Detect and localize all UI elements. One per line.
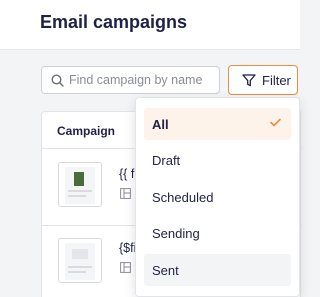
filter-option-label: Scheduled — [152, 190, 214, 205]
page-title: Email campaigns — [40, 12, 188, 32]
filter-button[interactable]: Filter — [228, 65, 298, 95]
filter-option-scheduled[interactable]: Scheduled — [144, 181, 291, 213]
filter-option-label: Draft — [152, 153, 181, 168]
filter-option-label: Sending — [152, 226, 200, 241]
template-layout-icon — [120, 262, 131, 273]
search-box[interactable] — [41, 66, 220, 94]
column-header-campaign: Campaign — [57, 124, 116, 138]
filter-option-sent[interactable]: Sent — [144, 254, 291, 286]
filter-option-sending[interactable]: Sending — [144, 217, 291, 249]
page-header: Email campaigns — [0, 0, 300, 50]
filter-option-label: Sent — [152, 263, 179, 278]
filter-button-label: Filter — [262, 73, 291, 88]
filter-option-label: All — [152, 117, 169, 132]
check-icon — [270, 118, 281, 127]
campaign-thumbnail[interactable] — [58, 162, 102, 207]
filter-option-draft[interactable]: Draft — [144, 144, 291, 176]
search-icon — [51, 74, 64, 87]
filter-dropdown-menu: All Draft Scheduled Sending Sent — [135, 97, 300, 297]
campaign-thumbnail[interactable] — [58, 238, 102, 283]
template-layout-icon — [120, 188, 131, 199]
search-input[interactable] — [69, 71, 217, 89]
filter-option-all[interactable]: All — [144, 108, 291, 140]
campaign-name[interactable]: {$fi — [119, 241, 136, 255]
filter-funnel-icon — [242, 74, 256, 87]
